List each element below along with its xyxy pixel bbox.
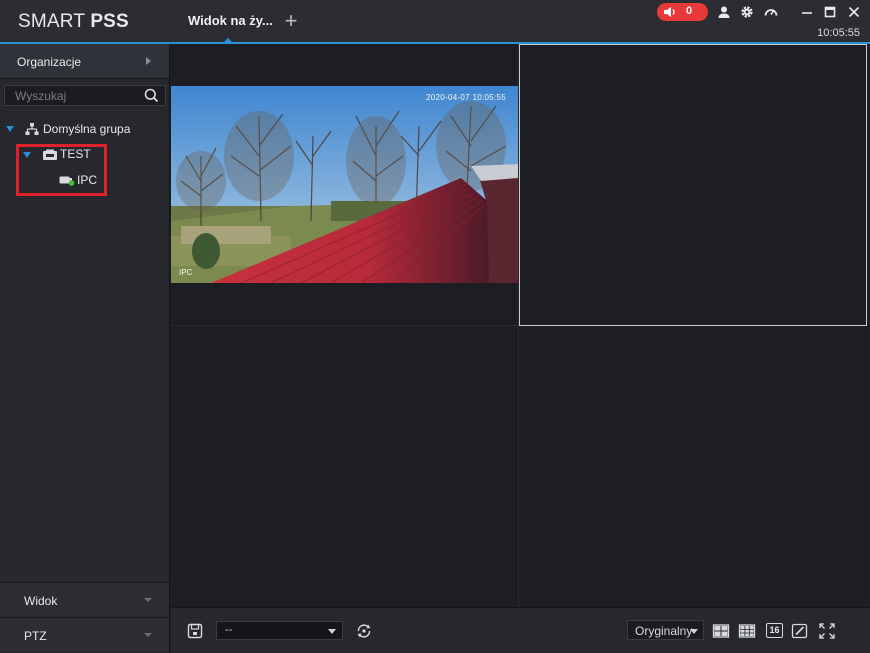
view-select[interactable]: --	[216, 621, 343, 640]
search-input[interactable]	[5, 86, 141, 105]
search-box	[4, 85, 166, 106]
brand-bold: PSS	[90, 11, 129, 32]
title-bar: SMART PSS Widok na ży... + 0 10:05:55	[0, 0, 870, 44]
ptz-panel-header[interactable]: PTZ	[0, 617, 169, 652]
tab-live-view[interactable]: Widok na ży...	[176, 0, 280, 42]
chevron-down-icon	[144, 598, 152, 602]
highlight-annotation	[16, 144, 107, 196]
save-view-icon[interactable]	[186, 622, 204, 640]
search-icon[interactable]	[144, 88, 159, 103]
video-pane-3[interactable]	[171, 326, 518, 607]
chevron-right-icon	[146, 57, 151, 65]
close-icon[interactable]	[847, 5, 861, 19]
view-panel-label: Widok	[24, 594, 58, 608]
user-icon[interactable]	[717, 5, 731, 19]
speedometer-icon[interactable]	[764, 5, 778, 19]
chevron-down-icon	[690, 629, 698, 634]
chevron-down-icon	[328, 629, 336, 634]
alarm-button[interactable]: 0	[657, 3, 708, 21]
layout-9-icon[interactable]	[738, 622, 756, 640]
bottom-toolbar: -- Oryginalny 16	[171, 607, 870, 653]
aspect-ratio-select[interactable]: Oryginalny	[627, 620, 704, 640]
device-sidebar: Organizacje Domyślna grupa	[0, 44, 170, 653]
org-tree-icon	[25, 123, 39, 135]
add-tab-button[interactable]: +	[281, 10, 301, 32]
clock: 10:05:55	[817, 27, 860, 39]
gear-icon[interactable]	[740, 5, 754, 19]
view-select-value: --	[225, 624, 233, 636]
view-panel-header[interactable]: Widok	[0, 582, 169, 617]
aspect-ratio-value: Oryginalny	[635, 624, 693, 638]
organization-header[interactable]: Organizacje	[0, 44, 169, 79]
video-pane-4[interactable]	[519, 326, 867, 607]
minimize-icon[interactable]	[800, 5, 814, 19]
layout-16-button[interactable]: 16	[766, 623, 783, 638]
app-logo: SMART PSS	[18, 11, 129, 33]
tour-icon[interactable]	[355, 622, 373, 640]
video-grid: 2020-04-07 10:05:55 IPC	[171, 44, 867, 607]
brand-regular: SMART	[18, 11, 85, 32]
ptz-panel-label: PTZ	[24, 629, 47, 643]
tab-live-view-label: Widok na ży...	[188, 13, 273, 28]
fullscreen-icon[interactable]	[818, 622, 836, 640]
camera-feed-image	[171, 86, 518, 283]
organization-title: Organizacje	[17, 55, 82, 69]
maximize-icon[interactable]	[823, 5, 837, 19]
speaker-icon	[664, 7, 675, 17]
tree-item-default-group[interactable]: Domyślna grupa	[0, 119, 169, 139]
smart-pss-window: SMART PSS Widok na ży... + 0 10:05:55 Or…	[0, 0, 870, 653]
expand-icon[interactable]	[6, 126, 14, 132]
layout-4-icon[interactable]	[712, 622, 730, 640]
camera-feed[interactable]: 2020-04-07 10:05:55 IPC	[171, 86, 518, 283]
video-pane-1[interactable]: 2020-04-07 10:05:55 IPC	[171, 44, 518, 325]
osd-timestamp: 2020-04-07 10:05:55	[426, 93, 506, 102]
chevron-down-icon	[144, 633, 152, 637]
video-pane-2[interactable]	[519, 44, 867, 326]
alarm-count: 0	[686, 5, 693, 17]
osd-channel-name: IPC	[179, 268, 193, 277]
custom-layout-edit-icon[interactable]	[791, 622, 809, 640]
tree-root-label: Domyślna grupa	[43, 122, 131, 136]
